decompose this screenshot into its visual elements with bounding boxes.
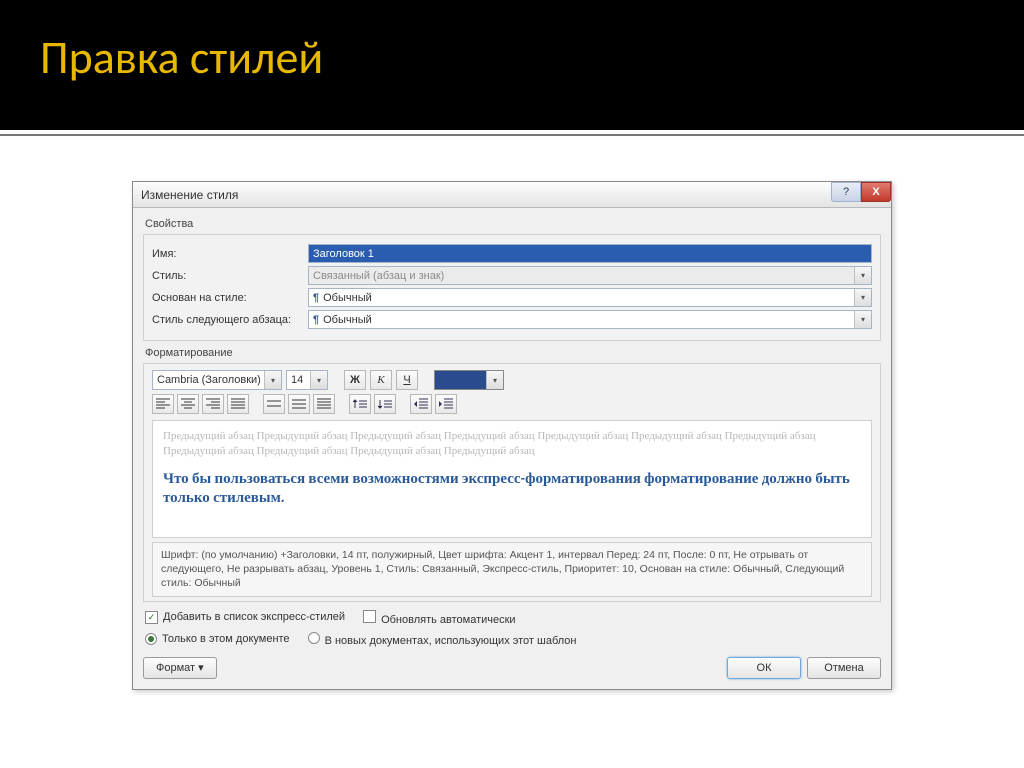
help-button[interactable]: ? <box>831 182 861 202</box>
basedon-select[interactable]: ¶ Обычный ▾ <box>308 288 872 307</box>
chevron-down-icon[interactable]: ▾ <box>854 311 871 328</box>
font-size-value: 14 <box>291 374 303 386</box>
this-doc-label: Только в этом документе <box>162 633 290 645</box>
label-next: Стиль следующего абзаца: <box>152 314 302 326</box>
font-family-value: Cambria (Заголовки) <box>157 374 261 386</box>
label-basedon: Основан на стиле: <box>152 292 302 304</box>
space-before-dec-button[interactable] <box>374 394 396 414</box>
formatting-section-label: Форматирование <box>145 347 881 359</box>
pilcrow-icon: ¶ <box>313 292 319 304</box>
add-express-checkbox[interactable]: ✓Добавить в список экспресс-стилей <box>145 611 345 624</box>
bold-button[interactable]: Ж <box>344 370 366 390</box>
dialog-footer: Формат ▾ ОК Отмена <box>143 657 881 679</box>
auto-update-checkbox[interactable]: Обновлять автоматически <box>363 610 516 626</box>
chevron-down-icon[interactable]: ▾ <box>854 289 871 306</box>
next-select[interactable]: ¶ Обычный ▾ <box>308 310 872 329</box>
chevron-down-icon[interactable]: ▾ <box>264 371 281 389</box>
style-preview: Предыдущий абзац Предыдущий абзац Предыд… <box>152 420 872 538</box>
spacing-1_5-button[interactable] <box>288 394 310 414</box>
format-button[interactable]: Формат ▾ <box>143 657 217 679</box>
new-docs-radio[interactable]: В новых документах, использующих этот ша… <box>308 632 577 647</box>
slide-title: Правка стилей <box>40 30 984 86</box>
name-input[interactable]: Заголовок 1 <box>308 244 872 263</box>
styletype-value: Связанный (абзац и знак) <box>313 270 444 282</box>
font-size-select[interactable]: 14 ▾ <box>286 370 328 390</box>
this-doc-radio[interactable]: Только в этом документе <box>145 633 290 645</box>
font-toolbar: Cambria (Заголовки) ▾ 14 ▾ Ж К Ч ▾ <box>152 370 872 390</box>
pilcrow-icon: ¶ <box>313 314 319 326</box>
italic-button[interactable]: К <box>370 370 392 390</box>
dialog-title: Изменение стиля <box>141 188 238 202</box>
space-before-inc-button[interactable] <box>349 394 371 414</box>
next-value: Обычный <box>323 314 372 326</box>
align-left-button[interactable] <box>152 394 174 414</box>
chevron-down-icon: ▾ <box>854 267 871 284</box>
chevron-down-icon[interactable]: ▾ <box>486 371 503 389</box>
spacing-2-button[interactable] <box>313 394 335 414</box>
ok-button[interactable]: ОК <box>727 657 801 679</box>
new-docs-label: В новых документах, использующих этот ша… <box>325 635 577 647</box>
properties-section-label: Свойства <box>145 218 881 230</box>
style-description: Шрифт: (по умолчанию) +Заголовки, 14 пт,… <box>152 542 872 597</box>
preview-context-text: Предыдущий абзац Предыдущий абзац Предыд… <box>163 429 861 459</box>
basedon-value: Обычный <box>323 292 372 304</box>
underline-button[interactable]: Ч <box>396 370 418 390</box>
slide-body: Изменение стиля ? X Свойства Имя: Заголо… <box>0 136 1024 690</box>
dialog-titlebar: Изменение стиля ? X <box>133 182 891 208</box>
styletype-select: Связанный (абзац и знак) ▾ <box>308 266 872 285</box>
label-name: Имя: <box>152 248 302 260</box>
font-family-select[interactable]: Cambria (Заголовки) ▾ <box>152 370 282 390</box>
options-group: ✓Добавить в список экспресс-стилей Обнов… <box>145 610 881 647</box>
spacing-1-button[interactable] <box>263 394 285 414</box>
paragraph-toolbar <box>152 394 872 414</box>
align-center-button[interactable] <box>177 394 199 414</box>
slide-title-bar: Правка стилей <box>0 0 1024 130</box>
align-justify-button[interactable] <box>227 394 249 414</box>
label-styletype: Стиль: <box>152 270 302 282</box>
align-right-button[interactable] <box>202 394 224 414</box>
formatting-group: Cambria (Заголовки) ▾ 14 ▾ Ж К Ч ▾ <box>143 363 881 602</box>
properties-group: Имя: Заголовок 1 Стиль: Связанный (абзац… <box>143 234 881 341</box>
font-color-select[interactable]: ▾ <box>434 370 504 390</box>
chevron-down-icon[interactable]: ▾ <box>310 371 327 389</box>
indent-decrease-button[interactable] <box>410 394 432 414</box>
add-express-label: Добавить в список экспресс-стилей <box>163 611 345 623</box>
preview-sample-text: Что бы пользоваться всеми возможностями … <box>163 469 861 508</box>
cancel-button[interactable]: Отмена <box>807 657 881 679</box>
indent-increase-button[interactable] <box>435 394 457 414</box>
modify-style-dialog: Изменение стиля ? X Свойства Имя: Заголо… <box>132 181 892 690</box>
close-button[interactable]: X <box>861 182 891 202</box>
auto-update-label: Обновлять автоматически <box>381 614 516 626</box>
